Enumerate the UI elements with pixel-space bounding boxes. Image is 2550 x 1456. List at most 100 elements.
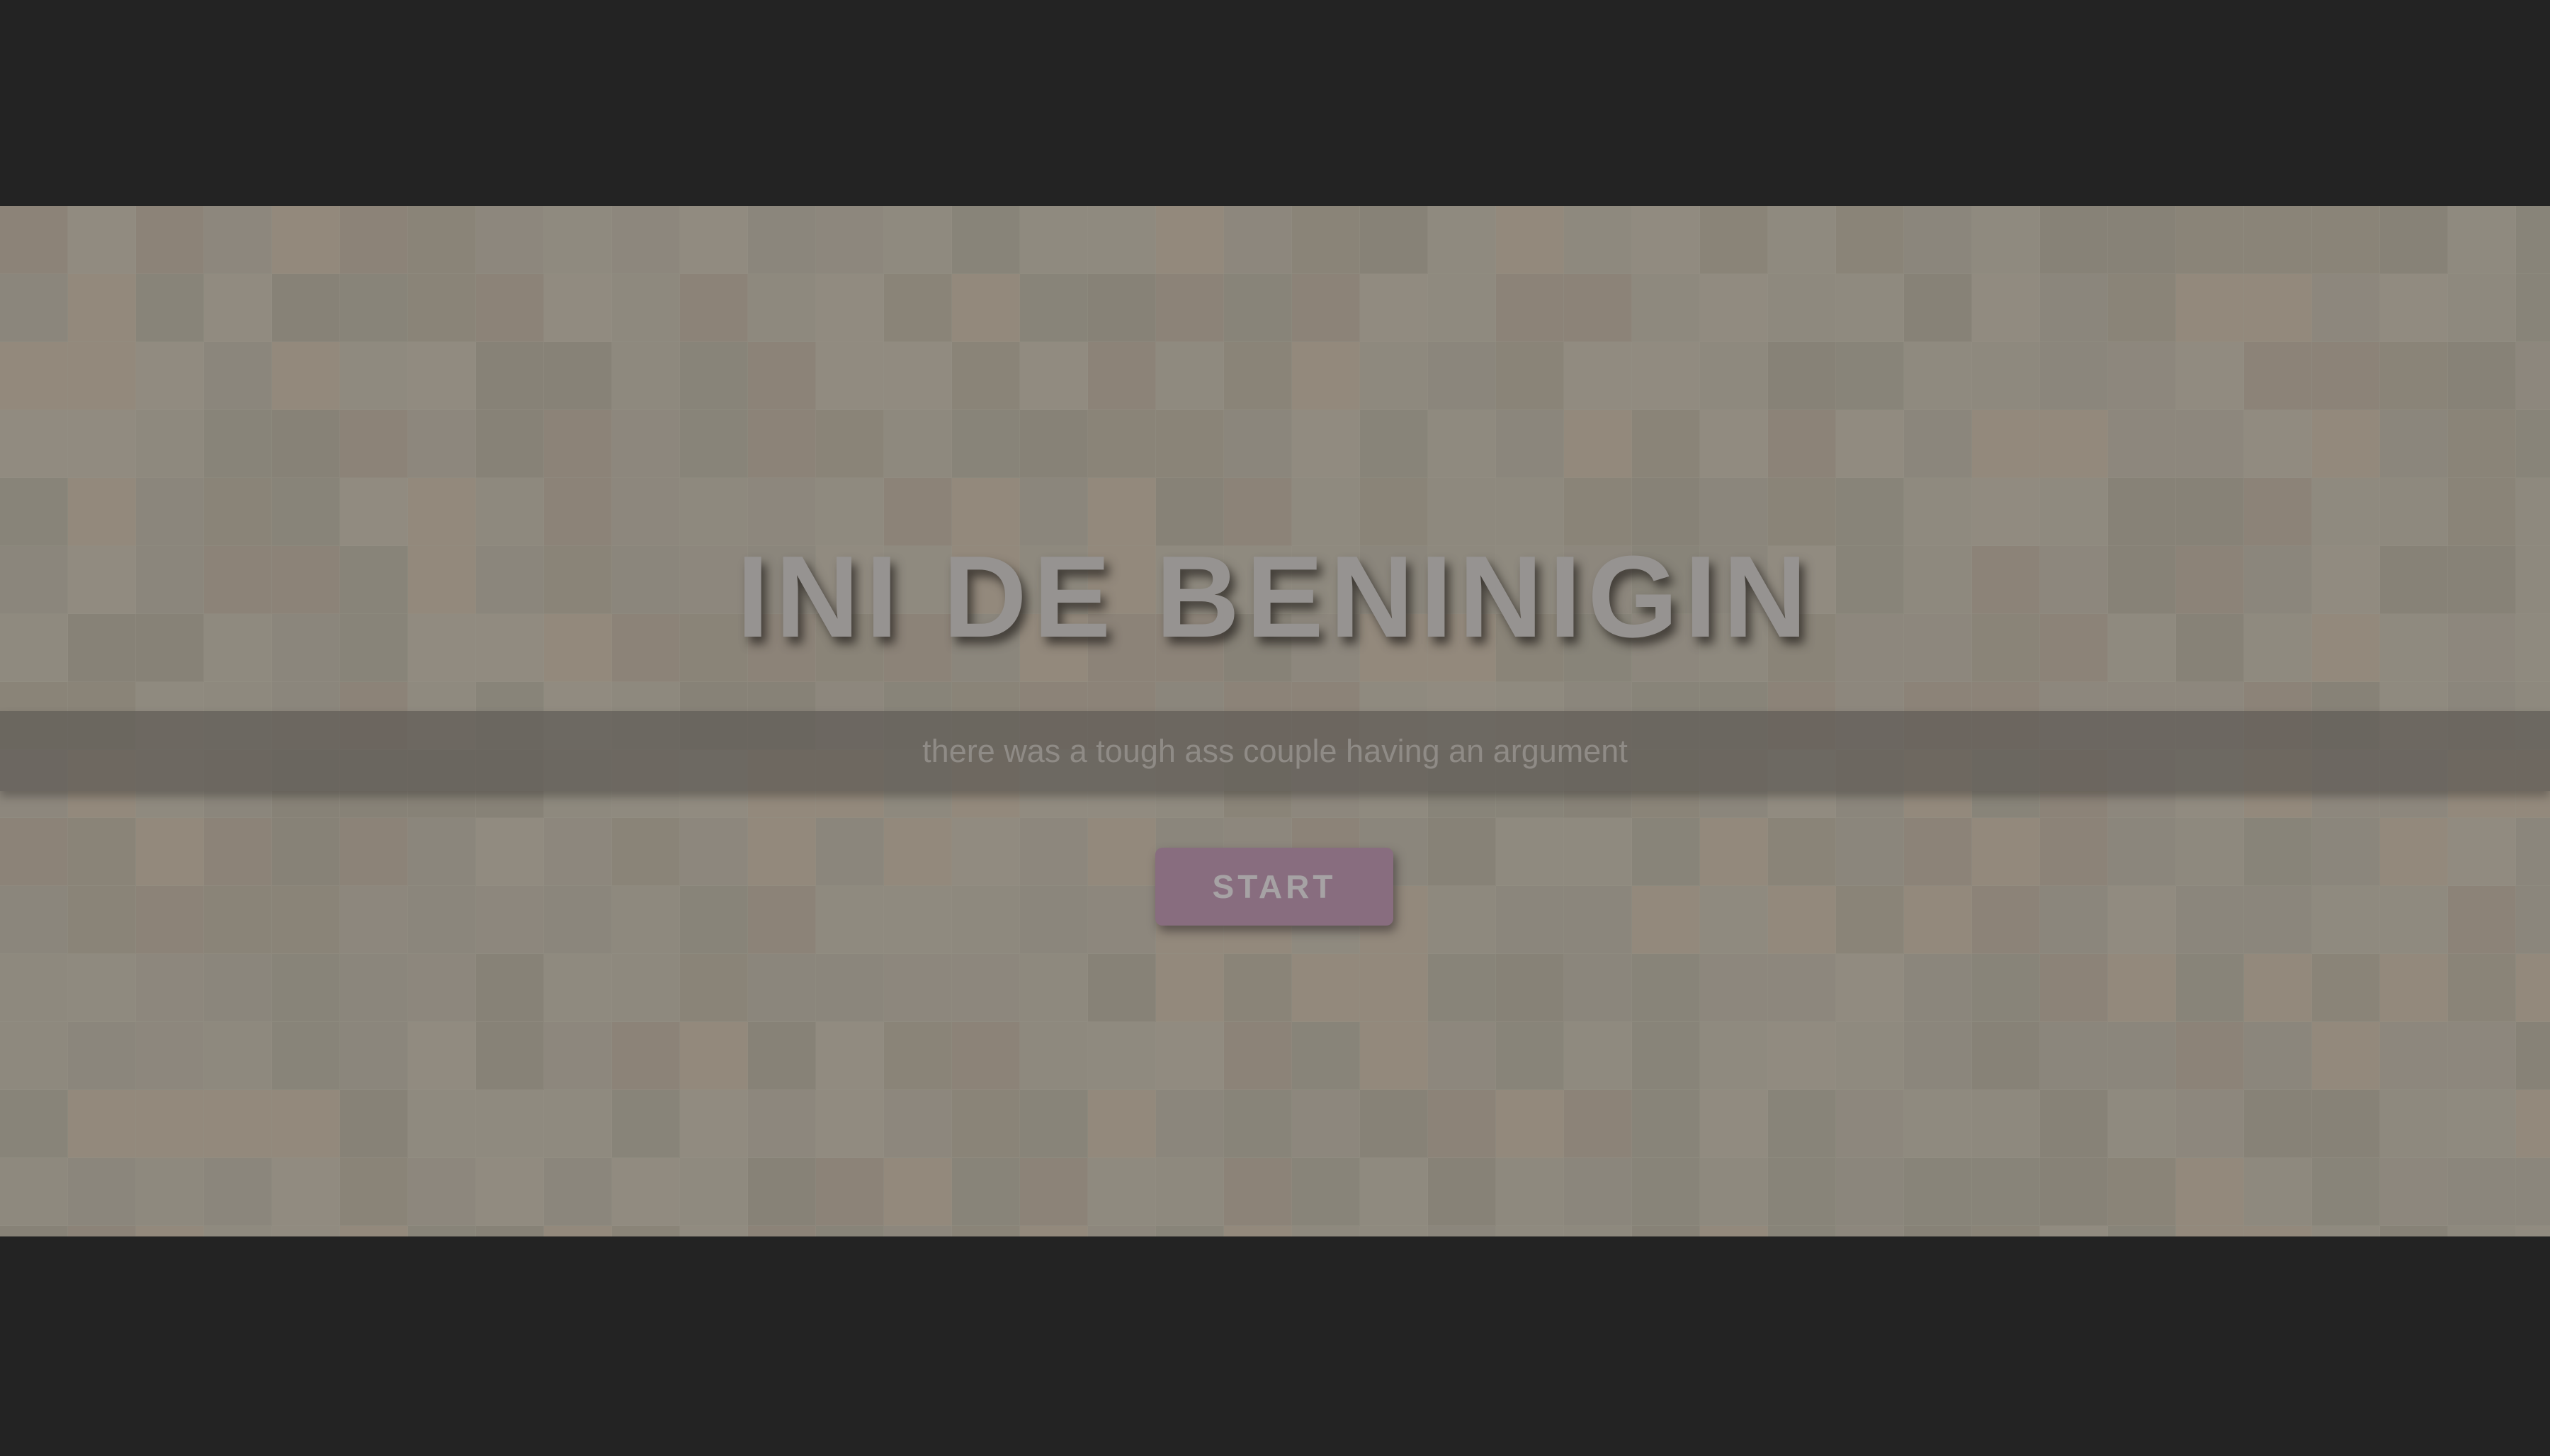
- background-tile: [2176, 342, 2244, 410]
- start-button[interactable]: START: [1155, 848, 1393, 926]
- background-tile: [1020, 342, 1088, 410]
- background-tile: [816, 410, 884, 478]
- background-tile: [272, 1226, 340, 1236]
- background-tile: [544, 274, 612, 342]
- background-tile: [1768, 1090, 1836, 1158]
- background-tile: [884, 954, 952, 1022]
- background-tile: [748, 1022, 816, 1090]
- background-tile: [2516, 1022, 2550, 1090]
- background-tile: [1972, 206, 2040, 274]
- background-tile: [816, 818, 884, 886]
- background-tile: [1020, 954, 1088, 1022]
- background-tile: [884, 274, 952, 342]
- background-tile: [2448, 818, 2516, 886]
- background-tile: [2312, 410, 2380, 478]
- background-tile: [1428, 342, 1496, 410]
- background-tile: [1632, 818, 1700, 886]
- background-tile: [2040, 1158, 2108, 1226]
- background-tile: [1088, 1022, 1156, 1090]
- background-tile: [1836, 410, 1904, 478]
- background-tile: [2448, 1022, 2516, 1090]
- background-tile: [2040, 1226, 2108, 1236]
- background-tile: [952, 1158, 1020, 1226]
- background-tile: [1632, 410, 1700, 478]
- background-tile: [680, 1090, 748, 1158]
- background-tile: [884, 342, 952, 410]
- background-tile: [1564, 1022, 1632, 1090]
- background-tile: [612, 274, 680, 342]
- background-tile: [1428, 1226, 1496, 1236]
- background-tile: [68, 274, 136, 342]
- background-tile: [952, 1022, 1020, 1090]
- background-tile: [1020, 410, 1088, 478]
- background-tile: [2040, 1090, 2108, 1158]
- background-tile: [1768, 1158, 1836, 1226]
- background-tile: [816, 1090, 884, 1158]
- background-tile: [2108, 1022, 2176, 1090]
- background-tile: [2040, 206, 2108, 274]
- background-tile: [272, 818, 340, 886]
- background-tile: [1496, 1158, 1564, 1226]
- background-tile: [680, 818, 748, 886]
- background-tile: [272, 886, 340, 954]
- background-tile: [1156, 954, 1224, 1022]
- background-tile: [136, 274, 204, 342]
- background-tile: [1156, 206, 1224, 274]
- background-tile: [1564, 274, 1632, 342]
- background-tile: [1224, 954, 1292, 1022]
- background-tile: [340, 206, 408, 274]
- background-tile: [748, 1090, 816, 1158]
- background-tile: [2516, 886, 2550, 954]
- background-tile: [0, 818, 68, 886]
- background-tile: [2244, 1158, 2312, 1226]
- background-tile: [1496, 274, 1564, 342]
- background-tile: [1292, 274, 1360, 342]
- background-tile: [1768, 410, 1836, 478]
- background-tile: [2448, 1090, 2516, 1158]
- background-tile: [2380, 206, 2448, 274]
- background-tile: [2244, 410, 2312, 478]
- background-tile: [2176, 274, 2244, 342]
- background-tile: [680, 1158, 748, 1226]
- background-tile: [272, 206, 340, 274]
- background-tile: [2312, 818, 2380, 886]
- background-tile: [748, 274, 816, 342]
- background-tile: [612, 886, 680, 954]
- background-tile: [680, 206, 748, 274]
- background-tile: [2380, 1090, 2448, 1158]
- background-tile: [1088, 1158, 1156, 1226]
- background-tile: [612, 1022, 680, 1090]
- background-tile: [0, 1090, 68, 1158]
- background-tile: [952, 1226, 1020, 1236]
- background-tile: [408, 1090, 476, 1158]
- background-tile: [2516, 342, 2550, 410]
- background-tile: [68, 342, 136, 410]
- background-tile: [68, 1090, 136, 1158]
- background-tile: [1632, 342, 1700, 410]
- background-tile: [204, 1226, 272, 1236]
- background-tile: [0, 1158, 68, 1226]
- background-tile: [2244, 342, 2312, 410]
- background-tile: [884, 818, 952, 886]
- background-tile: [408, 954, 476, 1022]
- background-tile: [1904, 410, 1972, 478]
- background-tile: [544, 1090, 612, 1158]
- background-tile: [1564, 206, 1632, 274]
- background-tile: [1292, 1022, 1360, 1090]
- background-tile: [544, 1022, 612, 1090]
- background-tile: [2176, 1226, 2244, 1236]
- background-tile: [1428, 1158, 1496, 1226]
- background-tile: [2380, 954, 2448, 1022]
- background-tile: [1088, 206, 1156, 274]
- background-tile: [2380, 342, 2448, 410]
- background-tile: [884, 886, 952, 954]
- background-tile: [272, 1090, 340, 1158]
- background-tile: [204, 818, 272, 886]
- background-tile: [1156, 1226, 1224, 1236]
- background-tile: [1088, 818, 1156, 886]
- background-tile: [1088, 410, 1156, 478]
- background-tile: [2448, 1158, 2516, 1226]
- background-tile: [816, 1226, 884, 1236]
- background-tile: [1972, 954, 2040, 1022]
- background-tile: [2448, 274, 2516, 342]
